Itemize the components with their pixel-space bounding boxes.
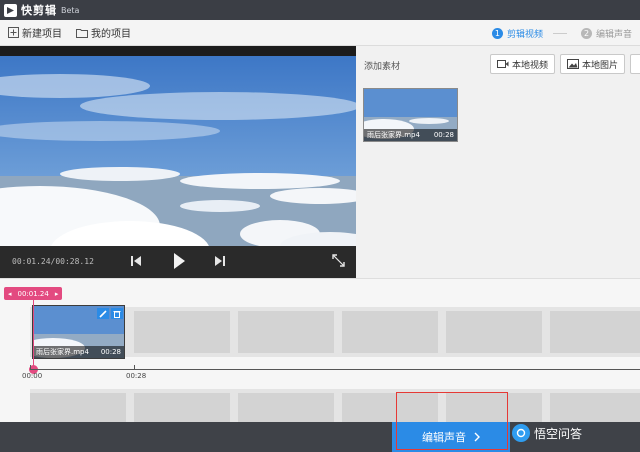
empty-slot [550,311,640,353]
step-number: 2 [580,27,592,39]
tick-label: 00:28 [126,372,147,380]
new-project-button[interactable]: 新建项目 [8,25,62,40]
app-logo-icon [4,3,17,17]
material-name: 雨后张家界.mp4 [367,131,420,139]
app-beta-badge: Beta [61,5,80,15]
my-projects-button[interactable]: 我的项目 [76,25,131,40]
more-material-button[interactable] [630,54,640,74]
new-project-label: 新建项目 [22,29,62,40]
timeline: 雨后张家界.mp4 00:28 ◂ 00:01.24 ▸ 00:00 00:28 [0,278,640,423]
step-number: 1 [491,27,503,39]
delete-icon[interactable] [111,308,123,319]
empty-slot [238,311,334,353]
tick-label: 00:00 [22,372,43,380]
material-duration: 00:28 [433,131,454,139]
timeline-clip[interactable]: 雨后张家界.mp4 00:28 [32,305,125,359]
empty-slot [238,393,334,423]
local-video-button[interactable]: 本地视频 [490,54,556,74]
step-label: 剪辑视频 [506,29,543,40]
empty-slot [446,311,542,353]
step-edit-video[interactable]: 1 剪辑视频 [491,27,543,40]
title-bar: 快剪辑 Beta [0,0,640,20]
empty-slot [30,393,126,423]
clip-name: 雨后张家界.mp4 [36,348,89,356]
empty-slot [550,393,640,423]
image-add-icon [567,59,579,69]
watermark-text: 悟空问答 [534,426,583,441]
playhead-time[interactable]: ◂ 00:01.24 ▸ [4,287,63,300]
highlight-annotation [396,392,508,450]
step-label: 编辑声音 [595,29,632,40]
materials-header: 添加素材 本地视频 本地图片 [356,46,640,82]
new-project-icon [8,27,19,38]
local-image-label: 本地图片 [582,60,619,71]
materials-panel: 添加素材 本地视频 本地图片 雨后张家界.mp4 00:28 [356,46,640,278]
my-projects-label: 我的项目 [91,29,131,40]
prev-icon[interactable] [130,254,142,268]
toolbar: 新建项目 我的项目 1 剪辑视频 2 编辑声音 [0,20,640,46]
video-player: 00:01.24/00:28.12 [0,46,356,284]
video-add-icon [497,60,509,68]
material-item[interactable]: 雨后张家界.mp4 00:28 [363,88,458,142]
fullscreen-icon[interactable] [332,254,345,267]
edit-icon[interactable] [97,308,109,319]
clip-duration: 00:28 [100,348,121,356]
clip-caption: 雨后张家界.mp4 00:28 [33,346,124,358]
materials-title: 添加素材 [364,62,401,72]
material-caption: 雨后张家界.mp4 00:28 [364,129,457,141]
ruler-tick [134,365,135,370]
watermark-logo-icon [512,424,530,442]
step-separator [552,32,567,34]
time-ruler [30,369,640,370]
empty-slot [134,393,230,423]
playhead-line[interactable] [33,300,34,370]
empty-slot [342,311,438,353]
ruler-tick [30,365,31,370]
empty-slot [134,311,230,353]
app-name: 快剪辑 [21,4,57,17]
local-video-label: 本地视频 [512,60,549,71]
time-readout: 00:01.24/00:28.12 [12,257,94,266]
play-icon[interactable] [172,252,186,270]
player-controls: 00:01.24/00:28.12 [0,246,356,278]
watermark: 悟空问答 [512,424,582,442]
audio-track[interactable] [30,389,640,423]
folder-icon [76,28,88,38]
step-indicator: 1 剪辑视频 2 编辑声音 [478,20,632,46]
step-edit-audio[interactable]: 2 编辑声音 [580,27,632,40]
local-image-button[interactable]: 本地图片 [560,54,626,74]
next-icon[interactable] [214,254,226,268]
